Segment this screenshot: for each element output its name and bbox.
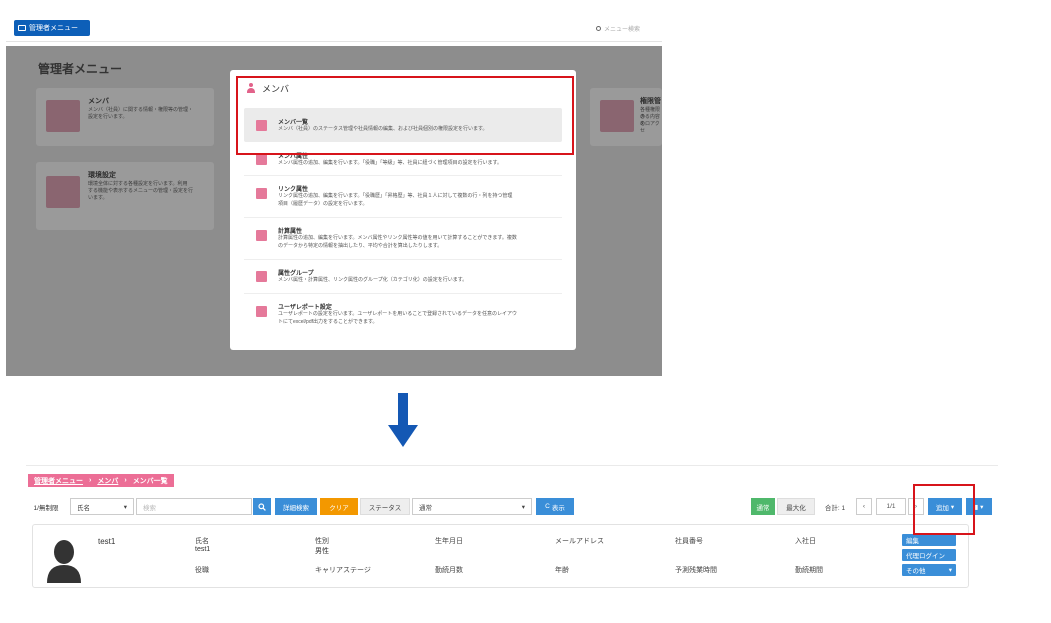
other-actions-button[interactable]: その他 ▾ xyxy=(902,564,956,576)
breadcrumb-separator: › xyxy=(124,477,127,484)
field-label: 氏名 xyxy=(195,538,209,545)
menu-item-calc-attributes[interactable]: 計算属性 計算属性の追加、編集を行います。メンバ属性やリンク属性等の値を用いて計… xyxy=(244,218,562,260)
show-button-label: 表示 xyxy=(551,504,565,512)
menu-card-title: メンバ xyxy=(88,98,109,105)
total-count: 合計: 1 xyxy=(824,504,846,512)
search-input[interactable]: 検索 xyxy=(136,498,252,515)
field-label: 勤続期間 xyxy=(795,567,823,574)
menu-search-placeholder: メニュー検索 xyxy=(604,26,641,33)
field-label: 性別 xyxy=(315,538,329,545)
admin-menu-button[interactable]: 管理者メニュー xyxy=(14,20,90,36)
menu-item-attribute-groups[interactable]: 属性グループ メンバ属性・計算属性、リンク属性のグループ化（カテゴリ化）の設定を… xyxy=(244,260,562,294)
report-icon xyxy=(256,306,267,317)
menu-card-desc: する機能や表示するメニューの管理・設定を行 xyxy=(88,188,194,194)
arrow-down-icon xyxy=(388,393,418,447)
breadcrumb-current: メンバ一覧 xyxy=(132,477,168,485)
field-label: 役職 xyxy=(195,567,209,574)
person-icon xyxy=(46,100,80,132)
menu-item-desc: トにてexcel/pdf出力をすることができます。 xyxy=(278,319,378,325)
divider xyxy=(26,465,998,466)
menu-card-desc: 設定を行います。 xyxy=(88,114,128,120)
id-card-icon xyxy=(256,188,267,199)
menu-card-desc: います。 xyxy=(88,195,108,201)
menu-item-desc: のデータから特定の情報を抽出したり、平均や合計を算出したりします。 xyxy=(278,243,443,249)
menu-card-member: メンバ メンバ（社員）に関する情報・権限等の管理・ 設定を行います。 xyxy=(36,88,214,146)
menu-item-desc: メンバ属性・計算属性、リンク属性のグループ化（カテゴリ化）の設定を行います。 xyxy=(278,277,468,283)
chevron-down-icon: ▾ xyxy=(521,503,525,511)
caret-down-icon: ▾ xyxy=(980,503,984,511)
monitor-icon xyxy=(46,176,80,208)
top-header-bar: 管理者メニュー メニュー検索 xyxy=(6,12,662,42)
field-select[interactable]: 氏名 ▾ xyxy=(70,498,134,515)
menu-item-link-attributes[interactable]: リンク属性 リンク属性の追加、編集を行います。「役職歴」「昇格歴」等、社員１人に… xyxy=(244,176,562,218)
detail-search-button[interactable]: 詳細検索 xyxy=(275,498,317,515)
status-select-value: 通常 xyxy=(419,504,432,512)
field-value: 男性 xyxy=(315,548,329,555)
field-label: キャリアステージ xyxy=(315,567,371,574)
menu-card-desc: メンバ（社員）に関する情報・権限等の管理・ xyxy=(88,107,194,113)
page-title: 管理者メニュー xyxy=(38,62,123,76)
breadcrumb-separator: › xyxy=(89,477,92,484)
proxy-login-button[interactable]: 代理ログイン xyxy=(902,549,956,561)
monitor-icon xyxy=(18,25,26,31)
group-icon xyxy=(256,271,267,282)
chevron-left-icon: ‹ xyxy=(862,503,866,510)
admin-menu-button-label: 管理者メニュー xyxy=(29,25,78,32)
shield-icon xyxy=(600,100,634,132)
field-label: 社員番号 xyxy=(675,538,703,545)
view-normal-button[interactable]: 通常 xyxy=(751,498,775,515)
file-icon: ▮ xyxy=(974,503,979,511)
caret-down-icon: ▾ xyxy=(948,567,952,574)
field-label: 年齢 xyxy=(555,567,569,574)
search-icon xyxy=(258,502,266,511)
clear-button[interactable]: クリア xyxy=(320,498,358,515)
refresh-icon: C xyxy=(545,503,550,510)
status-select[interactable]: 通常 ▾ xyxy=(412,498,532,515)
menu-card-desc: 環境全体に対する各種設定を行います。利用 xyxy=(88,181,188,187)
menu-item-desc: メンバ属性の追加、編集を行います。「役職」「等級」等、社員に紐づく管理項目の設定… xyxy=(278,160,503,166)
menu-item-desc: 項目（履歴データ）の設定を行います。 xyxy=(278,201,368,207)
menu-card-permissions: 権限管 各種権限の きる内容の をロアクセ xyxy=(590,88,662,146)
highlight-box-add-button xyxy=(913,484,975,535)
other-actions-label: その他 xyxy=(906,568,926,575)
calculator-icon xyxy=(256,230,267,241)
avatar xyxy=(47,540,81,583)
limit-label: 1/無制限 xyxy=(33,504,59,512)
field-label: 生年月日 xyxy=(435,538,463,545)
member-name[interactable]: test1 xyxy=(98,537,115,546)
menu-card-settings: 環境設定 環境全体に対する各種設定を行います。利用 する機能や表示するメニューの… xyxy=(36,162,214,230)
member-card: test1 氏名 test1 性別 男性 生年月日 メールアドレス 社員番号 入… xyxy=(32,524,969,588)
breadcrumb-member[interactable]: メンバ xyxy=(97,476,118,486)
field-label: 入社日 xyxy=(795,538,816,545)
menu-item-user-report[interactable]: ユーザレポート設定 ユーザレポートの設定を行います。ユーザレポートを用いることで… xyxy=(244,294,562,338)
menu-card-desc: をロアクセ xyxy=(640,121,660,134)
show-button[interactable]: C 表示 xyxy=(536,498,574,515)
member-list-screenshot: 管理者メニュー › メンバ › メンバ一覧 1/無制限 氏名 ▾ 検索 詳細検索… xyxy=(26,465,998,605)
breadcrumb: 管理者メニュー › メンバ › メンバ一覧 xyxy=(28,474,174,487)
highlight-box-member-list xyxy=(236,76,574,155)
menu-item-desc: リンク属性の追加、編集を行います。「役職歴」「昇格歴」等、社員１人に対して複数の… xyxy=(278,193,513,199)
field-label: メールアドレス xyxy=(555,538,604,545)
page-indicator: 1/1 xyxy=(876,498,906,515)
menu-card-title: 環境設定 xyxy=(88,172,116,179)
field-label: 勤続月数 xyxy=(435,567,463,574)
breadcrumb-admin-menu[interactable]: 管理者メニュー xyxy=(34,476,83,486)
menu-item-desc: 計算属性の追加、編集を行います。メンバ属性やリンク属性等の値を用いて計算すること… xyxy=(278,235,517,241)
tag-icon xyxy=(256,154,267,165)
search-button[interactable] xyxy=(253,498,271,515)
chevron-down-icon: ▾ xyxy=(123,503,127,511)
view-maximize-button[interactable]: 最大化 xyxy=(777,498,815,515)
edit-button[interactable]: 編集 xyxy=(902,534,956,546)
search-icon xyxy=(596,25,601,31)
status-label: ステータス xyxy=(360,498,410,515)
field-value: test1 xyxy=(195,546,211,553)
field-label: 予測残業時間 xyxy=(675,567,717,574)
list-toolbar: 1/無制限 氏名 ▾ 検索 詳細検索 クリア ステータス 通常 ▾ C 表示 通… xyxy=(26,498,998,516)
menu-search-input[interactable]: メニュー検索 xyxy=(596,22,658,34)
prev-page-button[interactable]: ‹ xyxy=(856,498,872,515)
menu-card-title: 権限管 xyxy=(640,98,661,105)
menu-item-desc: ユーザレポートの設定を行います。ユーザレポートを用いることで登録されているデータ… xyxy=(278,311,518,317)
field-select-value: 氏名 xyxy=(77,504,90,512)
